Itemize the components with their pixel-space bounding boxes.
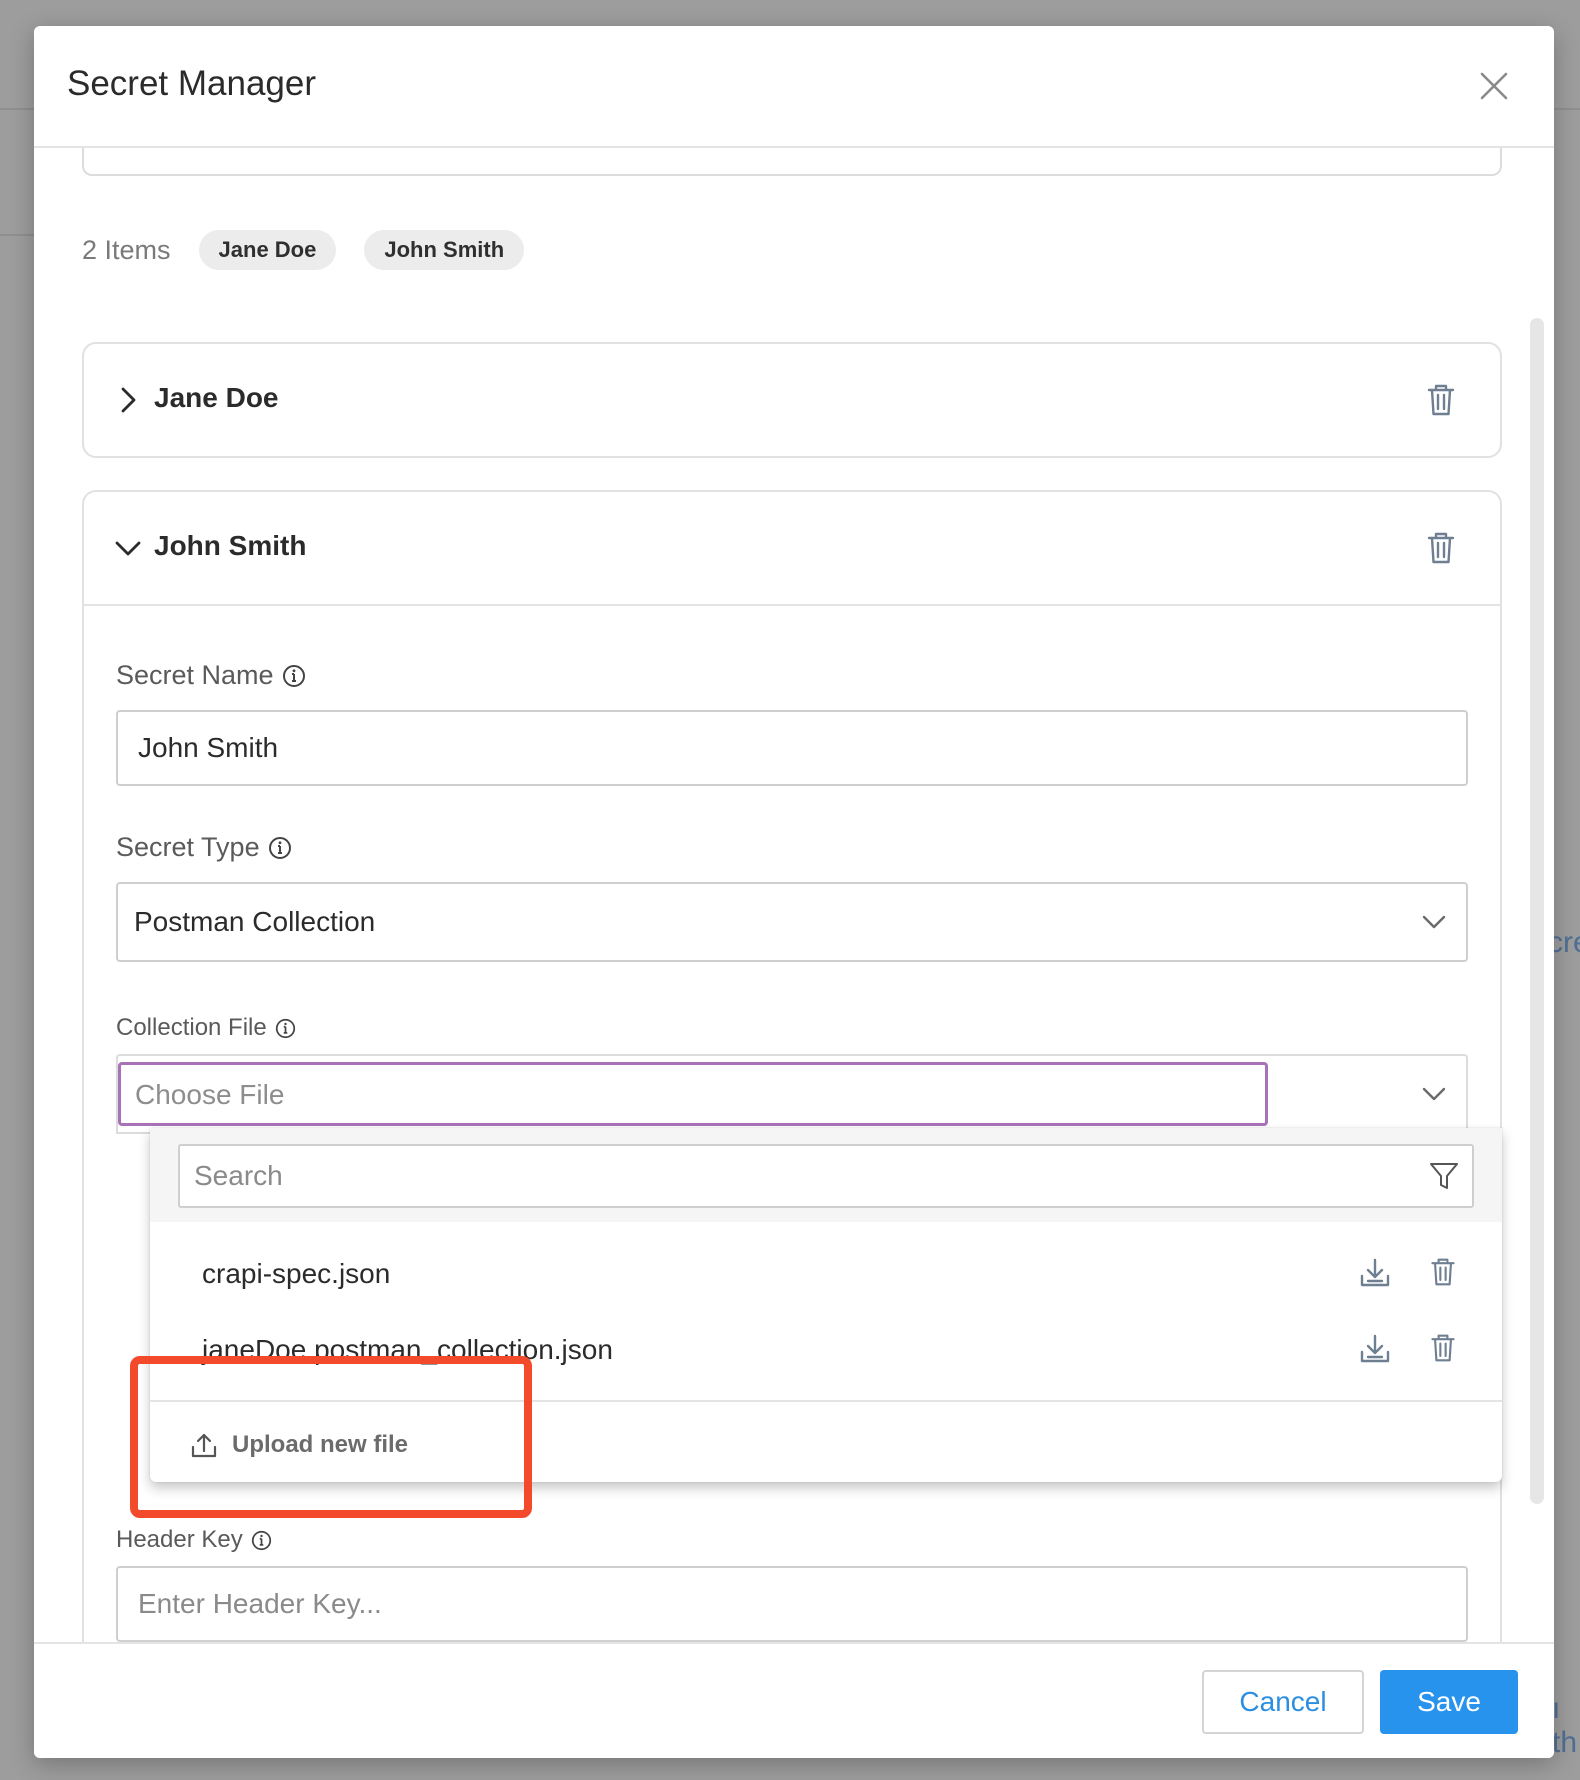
secret-type-label-text: Secret Type [116,832,260,862]
card-header-john-smith[interactable]: John Smith [84,492,1500,604]
trash-icon [1427,384,1455,416]
secret-card-jane-doe: Jane Doe [82,342,1502,458]
upload-new-file-button[interactable]: Upload new file [190,1420,408,1470]
secret-card-john-smith: John Smith Secret Name Secret Ty [82,490,1502,1668]
secret-name-label-text: Secret Name [116,660,274,690]
background-divider [0,108,34,110]
chevron-down-icon [1422,915,1446,929]
card-title: Jane Doe [154,382,279,413]
filter-icon[interactable] [1428,1160,1460,1192]
background-divider [1554,108,1580,110]
secret-name-input[interactable] [116,710,1468,786]
file-dropdown-menu: crapi-spec.json janeDoe.postman_collecti… [150,1128,1502,1482]
secret-type-label: Secret Type [116,832,292,863]
secret-manager-modal: Secret Manager 2 Items Jane Doe John Smi… [34,26,1554,1758]
file-option-label: crapi-spec.json [202,1258,391,1289]
upload-new-file-label: Upload new file [232,1431,409,1458]
secret-type-value: Postman Collection [134,906,376,937]
modal-footer: Cancel Save [34,1642,1554,1758]
item-chip-john-smith[interactable]: John Smith [364,230,525,270]
download-icon[interactable] [1358,1332,1392,1366]
trash-icon [1427,532,1455,564]
secret-name-label: Secret Name [116,660,306,691]
card-divider [84,604,1500,606]
modal-title: Secret Manager [67,64,317,103]
modal-header: Secret Manager [34,26,1554,148]
info-icon [268,836,291,859]
info-icon [275,1018,295,1038]
collapsed-field-remnant [82,148,1502,176]
item-chip-jane-doe[interactable]: Jane Doe [198,230,337,270]
file-option[interactable]: janeDoe.postman_collection.json [150,1316,1502,1380]
download-icon[interactable] [1358,1256,1392,1290]
file-search-input[interactable] [178,1144,1474,1208]
card-title: John Smith [154,530,307,561]
info-icon [251,1530,271,1550]
close-icon [1480,72,1508,100]
choose-file-input[interactable]: Choose File [118,1062,1268,1126]
trash-icon[interactable] [1428,1254,1458,1290]
dropdown-search-area [150,1128,1502,1222]
save-button[interactable]: Save [1380,1670,1518,1734]
chevron-down-icon[interactable] [1418,1078,1450,1110]
header-key-label-text: Header Key [116,1526,243,1553]
upload-icon [191,1433,217,1458]
info-icon [282,664,305,687]
card-header-jane-doe[interactable]: Jane Doe [84,344,1500,456]
background-text-fragment: ı th [1552,1692,1578,1759]
modal-scrollbar[interactable] [1530,318,1544,1504]
secret-type-select[interactable]: Postman Collection [116,882,1468,962]
items-count: 2 Items [82,234,171,265]
close-button[interactable] [1474,66,1514,106]
dropdown-divider [150,1400,1502,1402]
trash-icon[interactable] [1428,1330,1458,1366]
collection-file-select: Choose File [116,1054,1468,1134]
chevron-right-icon [121,387,136,413]
items-summary: 2 Items Jane Doe John Smith [82,228,552,272]
collection-file-label: Collection File [116,1014,296,1042]
background-divider [0,234,34,236]
delete-secret-button[interactable] [1424,530,1458,566]
delete-secret-button[interactable] [1424,382,1458,418]
file-option[interactable]: crapi-spec.json [150,1240,1502,1310]
file-option-label: janeDoe.postman_collection.json [202,1334,613,1365]
modal-body: 2 Items Jane Doe John Smith Jane Doe Joh… [34,148,1554,1668]
collection-file-label-text: Collection File [116,1014,267,1041]
header-key-input[interactable] [116,1566,1468,1642]
cancel-button[interactable]: Cancel [1202,1670,1364,1734]
chevron-down-icon [115,541,141,556]
header-key-label: Header Key [116,1526,272,1554]
